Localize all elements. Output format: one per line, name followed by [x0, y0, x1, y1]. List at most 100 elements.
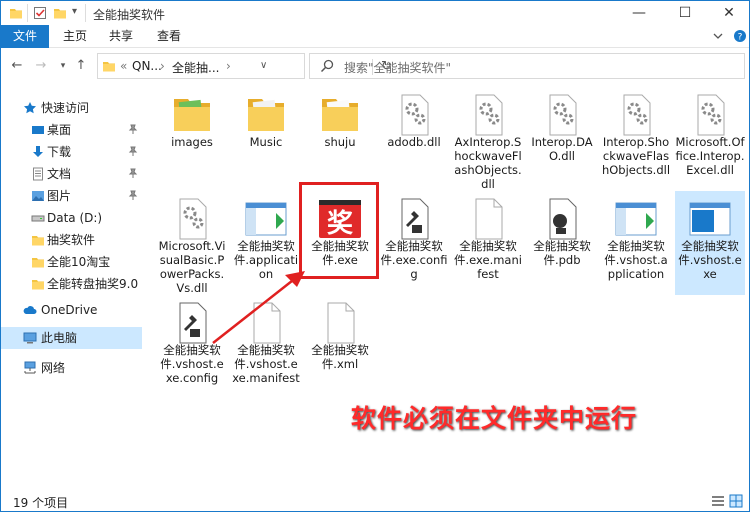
exe-highlight-box	[299, 182, 379, 279]
search-box[interactable]: 搜索"全能抽奖软件"	[309, 53, 745, 79]
config-icon	[401, 198, 429, 240]
back-icon[interactable]: ←	[9, 58, 25, 74]
folder-icon	[248, 99, 284, 131]
ribbon-tabs: 文件 主页 共享 查看 ?	[1, 25, 749, 48]
file-item-music[interactable]: Music	[231, 87, 301, 191]
address-dropdown-icon[interactable]: ∨	[260, 60, 267, 71]
breadcrumb-segment-1[interactable]: QN...	[132, 59, 162, 73]
file-item-vshost-exe-config[interactable]: 全能抽奖软件.vshost.exe.config	[157, 295, 227, 399]
file-item-adodb-dll[interactable]: adodb.dll	[379, 87, 449, 191]
file-item-interop-dao-dll[interactable]: Interop.DAO.dll	[527, 87, 597, 191]
breadcrumb-segment-2[interactable]: 全能抽...	[172, 59, 219, 76]
window-app-icon	[689, 202, 731, 236]
folder-icon	[32, 236, 44, 246]
dll-gear-icon	[549, 94, 577, 136]
status-bar: 19 个项目	[1, 491, 749, 511]
computer-icon	[23, 332, 37, 344]
breadcrumb-overflow[interactable]: «	[120, 59, 127, 73]
file-item-images[interactable]: images	[157, 87, 227, 191]
new-folder-icon[interactable]	[53, 6, 67, 20]
nav-quick-access[interactable]: 快速访问	[1, 97, 142, 119]
picture-icon	[32, 191, 44, 201]
tab-file[interactable]: 文件	[1, 25, 49, 48]
nav-downloads[interactable]: 下载	[1, 141, 142, 163]
application-manifest-icon	[615, 202, 657, 236]
help-icon[interactable]: ?	[733, 29, 747, 43]
pdb-file-icon	[549, 198, 577, 240]
tab-view[interactable]: 查看	[149, 25, 189, 48]
file-item-office-excel-dll[interactable]: Microsoft.Office.Interop.Excel.dll	[675, 87, 745, 191]
pin-icon[interactable]	[128, 190, 138, 200]
explorer-window: ▾ 全能抽奖软件 — ☐ ✕ 文件 主页 共享 查看 ? ← → ▾ ↑ « Q…	[0, 0, 750, 512]
tab-share[interactable]: 共享	[101, 25, 141, 48]
close-button[interactable]: ✕	[707, 1, 750, 25]
nav-desktop[interactable]: 桌面	[1, 119, 142, 141]
file-item-shuju[interactable]: shuju	[305, 87, 375, 191]
large-icons-view-icon[interactable]	[729, 494, 743, 508]
dll-gear-icon	[697, 94, 725, 136]
desktop-icon	[32, 126, 44, 134]
details-view-icon[interactable]	[711, 494, 725, 508]
pin-icon[interactable]	[128, 146, 138, 156]
folder-icon	[103, 62, 115, 72]
folder-icon	[174, 99, 210, 131]
item-count: 19 个项目	[13, 496, 69, 510]
nav-onedrive[interactable]: OneDrive	[1, 299, 142, 321]
file-item-axinterop-dll[interactable]: AxInterop.ShockwaveFlashObjects.dll	[453, 87, 523, 191]
download-icon	[33, 146, 43, 157]
file-item-xml[interactable]: 全能抽奖软件.xml	[305, 295, 375, 399]
file-item-vshost-application[interactable]: 全能抽奖软件.vshost.application	[601, 191, 671, 295]
pin-icon[interactable]	[128, 168, 138, 178]
nav-folder-taobao[interactable]: 全能10淘宝	[1, 251, 142, 273]
address-row: ← → ▾ ↑ « QN... › 全能抽... › ∨ ↻ 搜索"全能抽奖软件…	[1, 48, 749, 84]
config-icon	[179, 302, 207, 344]
recent-locations-icon[interactable]: ▾	[55, 58, 71, 74]
cloud-icon	[23, 306, 37, 314]
title-bar: ▾ 全能抽奖软件 — ☐ ✕	[1, 1, 749, 25]
folder-icon	[32, 258, 44, 268]
file-item-exe-manifest[interactable]: 全能抽奖软件.exe.manifest	[453, 191, 523, 295]
dll-gear-icon	[401, 94, 429, 136]
file-item-exe-config[interactable]: 全能抽奖软件.exe.config	[379, 191, 449, 295]
file-item-pdb[interactable]: 全能抽奖软件.pdb	[527, 191, 597, 295]
network-icon	[24, 361, 36, 374]
drive-icon	[31, 215, 45, 222]
expand-ribbon-icon[interactable]	[711, 29, 725, 43]
folder-icon	[32, 280, 44, 290]
star-icon	[24, 102, 36, 114]
tab-home[interactable]: 主页	[55, 25, 95, 48]
pin-icon[interactable]	[128, 124, 138, 134]
navigation-pane: 快速访问 桌面 下载 文档 图片 Data (D:) 抽奖软件 全能10淘宝 全…	[1, 93, 142, 491]
file-item-vshost-exe-manifest[interactable]: 全能抽奖软件.vshost.exe.manifest	[231, 295, 301, 399]
nav-folder-lottery-software[interactable]: 抽奖软件	[1, 229, 142, 251]
file-item-visualbasic-dll[interactable]: Microsoft.VisualBasic.PowerPacks.Vs.dll	[157, 191, 227, 295]
nav-network[interactable]: 网络	[1, 357, 142, 379]
minimize-button[interactable]: —	[617, 1, 661, 25]
blank-file-icon	[475, 198, 503, 240]
search-icon	[320, 59, 334, 73]
file-item-application[interactable]: 全能抽奖软件.application	[231, 191, 301, 295]
svg-text:?: ?	[738, 33, 743, 43]
breadcrumb-separator: ›	[226, 59, 231, 73]
document-icon	[33, 167, 43, 181]
file-item-interop-shockwave-dll[interactable]: Interop.ShockwaveFlashObjects.dll	[601, 87, 671, 191]
folder-icon	[10, 9, 22, 19]
up-icon[interactable]: ↑	[73, 58, 89, 74]
forward-icon[interactable]: →	[33, 58, 49, 74]
quick-access-dropdown-icon[interactable]: ▾	[72, 6, 77, 17]
nav-pictures[interactable]: 图片	[1, 185, 142, 207]
nav-documents[interactable]: 文档	[1, 163, 142, 185]
file-item-vshost-exe[interactable]: 全能抽奖软件.vshost.exe	[675, 191, 745, 295]
maximize-button[interactable]: ☐	[663, 1, 707, 25]
dll-gear-icon	[475, 94, 503, 136]
search-input[interactable]: 搜索"全能抽奖软件"	[344, 59, 451, 76]
window-title: 全能抽奖软件	[93, 8, 166, 22]
nav-this-pc[interactable]: 此电脑	[1, 327, 142, 349]
blank-file-icon	[327, 302, 355, 344]
address-bar[interactable]: « QN... › 全能抽... › ∨ ↻	[97, 53, 392, 79]
breadcrumb-separator: ›	[160, 59, 165, 73]
nav-folder-wheel-lottery[interactable]: 全能转盘抽奖9.0 - 淘	[1, 273, 142, 295]
nav-data-drive[interactable]: Data (D:)	[1, 207, 142, 229]
annotation-text: 软件必须在文件夹中运行	[351, 404, 638, 433]
properties-icon[interactable]	[33, 6, 47, 20]
